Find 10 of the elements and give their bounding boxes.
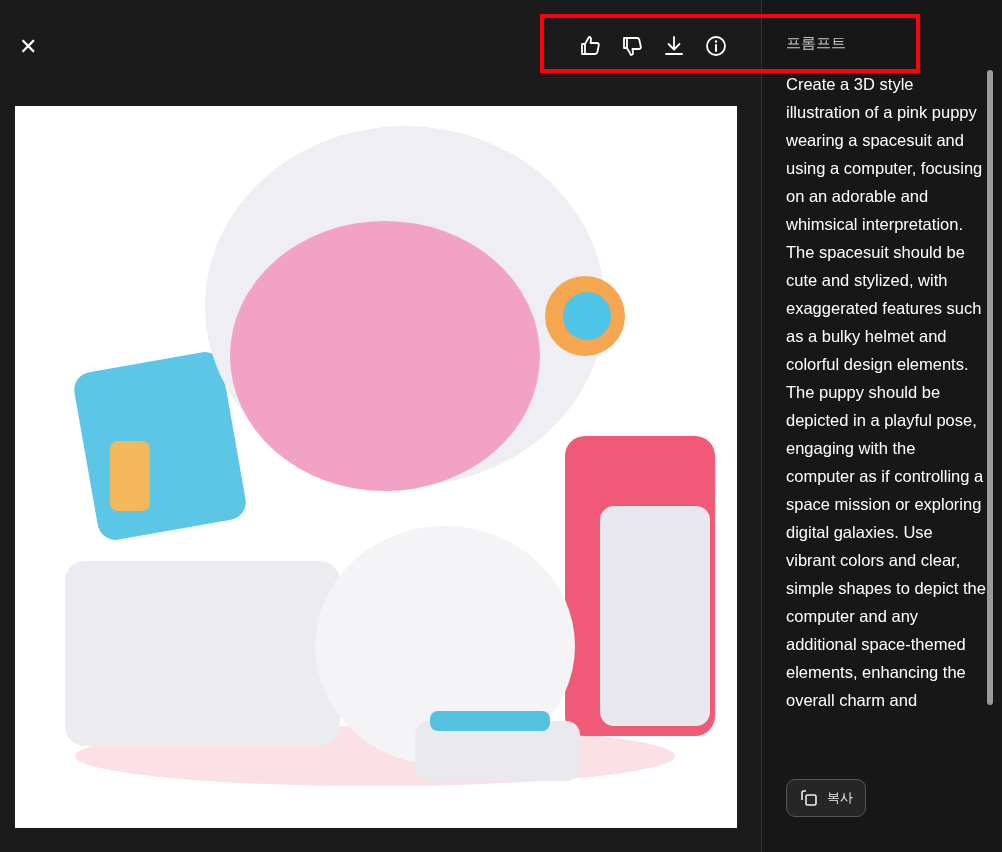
scrollbar[interactable]: [987, 70, 993, 705]
copy-icon: [799, 788, 819, 808]
close-button[interactable]: ✕: [15, 33, 42, 59]
prompt-text: Create a 3D style illustration of a pink puppy wearing a spacesuit and using a computer, focusing on an adorable and whimsical interpretation. The spacesuit should be cute and stylized, with exaggerated features such as a bulky helmet and colorful design elements. The puppy should be depicted in a playful pose, engaging with the computer as if controlling a space mission or exploring digital galaxies. Use vibrant colors and clear, simple shapes to depict the computer and any additional space-themed elements, enhancing the overall charm and: [786, 74, 986, 711]
thumbs-down-icon[interactable]: [620, 34, 644, 58]
panel-title: 프롬프트: [786, 34, 847, 53]
info-icon[interactable]: [704, 34, 728, 58]
thumbs-up-icon[interactable]: [578, 34, 602, 58]
download-icon[interactable]: [662, 34, 686, 58]
copy-button[interactable]: 복사: [786, 779, 866, 817]
